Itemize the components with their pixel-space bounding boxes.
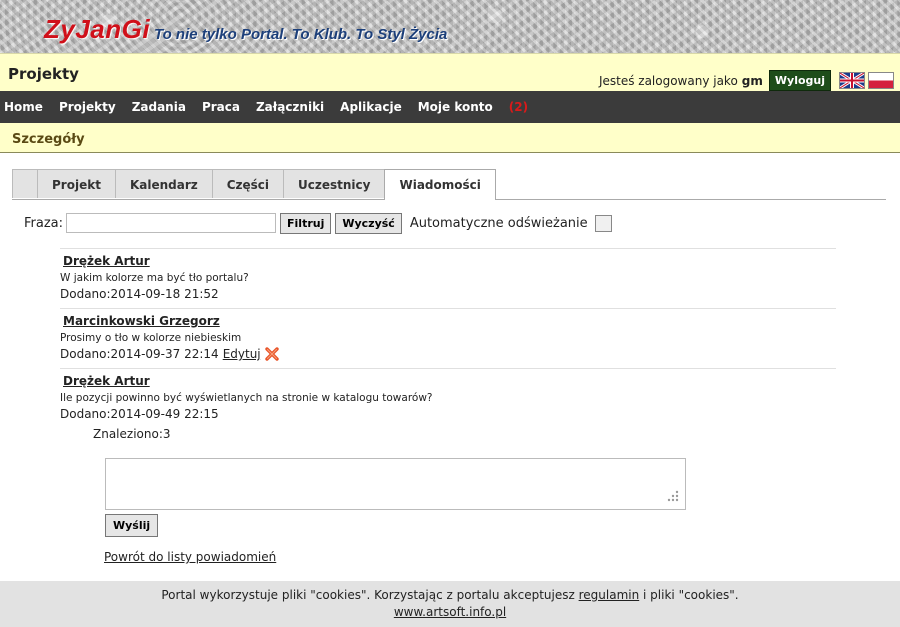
- delete-icon[interactable]: [264, 347, 279, 361]
- resize-grip-icon[interactable]: [667, 490, 679, 502]
- nav-item-zadania[interactable]: Zadania: [124, 91, 194, 123]
- cookie-notice: Portal wykorzystuje pliki "cookies". Kor…: [0, 588, 900, 602]
- message-author[interactable]: Marcinkowski Grzegorz: [63, 314, 836, 328]
- message-author[interactable]: Drężek Artur: [63, 374, 836, 388]
- tab-uczestnicy[interactable]: Uczestnicy: [283, 169, 386, 198]
- clear-button[interactable]: Wyczyść: [335, 212, 402, 234]
- nav-item-aplikacje[interactable]: Aplikacje: [332, 91, 410, 123]
- found-count: Znaleziono:3: [93, 427, 171, 441]
- message-text: Prosimy o tło w kolorze niebieskim: [60, 332, 242, 344]
- message-date: Dodano:2014-09-49 22:15: [60, 407, 219, 421]
- edit-link[interactable]: Edytuj: [223, 347, 261, 361]
- user-info: Jesteś zalogowany jako gm Wyloguj: [599, 70, 894, 91]
- auto-refresh-label: Automatyczne odświeżanie: [409, 215, 588, 231]
- message-list: Drężek Artur W jakim kolorze ma być tło …: [60, 248, 836, 428]
- tab-bar: Projekt Kalendarz Części Uczestnicy Wiad…: [12, 169, 886, 200]
- site-tagline: To nie tylko Portal. To Klub. To Styl Ży…: [154, 26, 448, 43]
- page-title: Projekty: [8, 65, 79, 83]
- message-author[interactable]: Drężek Artur: [63, 254, 836, 268]
- logged-in-label: Jesteś zalogowany jako: [598, 73, 738, 88]
- username: gm: [741, 73, 763, 88]
- flag-uk-icon[interactable]: [839, 72, 865, 89]
- message-date: Dodano:2014-09-37 22:14: [60, 347, 219, 361]
- tab-czesci[interactable]: Części: [211, 169, 285, 198]
- message-meta: Dodano:2014-09-18 21:52: [60, 287, 836, 301]
- section-bar: Szczegóły: [0, 123, 900, 153]
- nav-item-projekty[interactable]: Projekty: [51, 91, 124, 123]
- list-item: Drężek Artur W jakim kolorze ma być tło …: [60, 248, 836, 308]
- tab-blank[interactable]: [12, 169, 38, 198]
- phrase-input[interactable]: [66, 213, 277, 233]
- header-banner: ZyJanGi To nie tylko Portal. To Klub. To…: [0, 0, 900, 53]
- logout-button[interactable]: Wyloguj: [768, 70, 831, 91]
- auto-refresh-checkbox[interactable]: [594, 214, 612, 232]
- cookie-text-after: i pliki "cookies".: [643, 588, 739, 602]
- nav-item-zalaczniki[interactable]: Załączniki: [248, 91, 332, 123]
- message-text: W jakim kolorze ma być tło portalu?: [60, 272, 249, 284]
- list-item: Drężek Artur Ile pozycji powinno być wyś…: [60, 368, 836, 428]
- message-date: Dodano:2014-09-18 21:52: [60, 287, 219, 301]
- reply-textarea[interactable]: [105, 458, 686, 510]
- message-meta: Dodano:2014-09-37 22:14 Edytuj: [60, 347, 836, 361]
- send-button[interactable]: Wyślij: [105, 514, 159, 537]
- tab-projekt[interactable]: Projekt: [37, 169, 116, 198]
- list-item: Marcinkowski Grzegorz Prosimy o tło w ko…: [60, 308, 836, 368]
- terms-link[interactable]: regulamin: [579, 588, 640, 602]
- filter-bar: Fraza: Filtruj Wyczyść Automatyczne odśw…: [24, 211, 612, 235]
- cookie-text-before: Portal wykorzystuje pliki "cookies". Kor…: [161, 588, 575, 602]
- site-logo[interactable]: ZyJanGi: [44, 14, 150, 45]
- section-title: Szczegóły: [12, 132, 85, 147]
- title-bar: Projekty Jesteś zalogowany jako gm Wylog…: [0, 53, 900, 91]
- tab-kalendarz[interactable]: Kalendarz: [114, 169, 213, 198]
- tab-wiadomosci[interactable]: Wiadomości: [384, 169, 496, 200]
- message-text: Ile pozycji powinno być wyświetlanych na…: [60, 392, 433, 404]
- message-meta: Dodano:2014-09-49 22:15: [60, 407, 836, 421]
- nav-item-moje-konto[interactable]: Moje konto: [410, 91, 501, 123]
- flag-pl-icon[interactable]: [868, 72, 894, 89]
- phrase-label: Fraza:: [24, 215, 64, 231]
- nav-item-praca[interactable]: Praca: [194, 91, 248, 123]
- cookie-footer: Portal wykorzystuje pliki "cookies". Kor…: [0, 581, 900, 627]
- filter-button[interactable]: Filtruj: [280, 212, 332, 234]
- main-nav: Home Projekty Zadania Praca Załączniki A…: [0, 91, 900, 123]
- notification-badge[interactable]: (2): [509, 100, 528, 114]
- back-to-list-link[interactable]: Powrót do listy powiadomień: [104, 550, 276, 564]
- site-link[interactable]: www.artsoft.info.pl: [394, 605, 506, 619]
- nav-item-home[interactable]: Home: [0, 91, 51, 123]
